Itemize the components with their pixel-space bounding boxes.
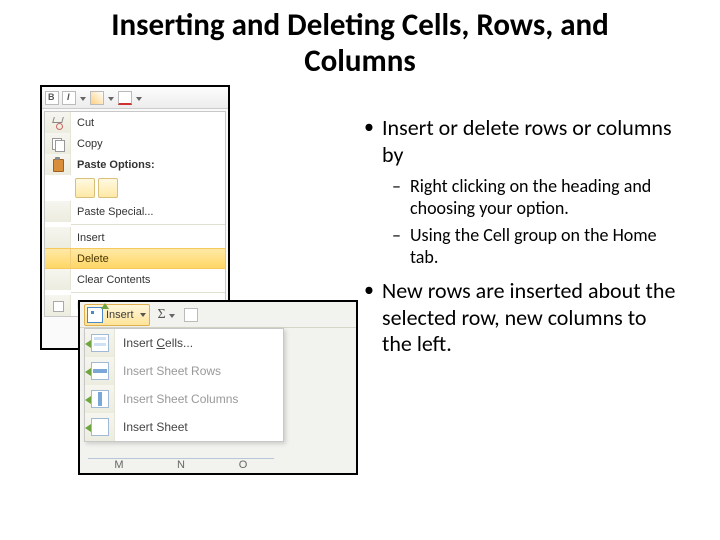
menu-item-label: Copy [71,138,225,150]
insert-menu-item[interactable]: Insert Sheet [85,413,283,441]
menu-gutter [45,269,71,290]
chevron-down-icon [139,311,147,319]
column-letters: M N O [88,458,274,471]
col-letter: M [88,458,150,471]
insert-cols-icon [91,390,109,408]
menu-gutter [45,154,71,175]
menu-separator [71,292,225,293]
copy-icon [51,137,65,151]
menu-gutter [45,201,71,222]
text-column: Insert or delete rows or columns byRight… [358,85,680,505]
format-icon [51,299,65,313]
content-row: Cut Copy Paste Options: Paste Special... Ins… [40,85,680,505]
menu-gutter [45,112,71,133]
col-letter: N [150,458,212,471]
insert-rows-icon [91,362,109,380]
autosum-icon: Σ [158,307,166,323]
bullet-item: Insert or delete rows or columns byRight… [358,115,680,268]
menu-gutter [45,295,71,316]
sub-bullet-item: Right clicking on the heading and choosi… [382,176,680,219]
menu-item-label: Insert Cells... [115,336,193,350]
insert-dropdown-screenshot: Insert Σ Insert Cells... Insert Sheet Row… [78,300,358,475]
slide: Inserting and Deleting Cells, Rows, and … [0,0,720,540]
col-letter: O [212,458,274,471]
insert-menu-item[interactable]: Insert Cells... [85,329,283,357]
bullet-item: New rows are inserted about the selected… [358,278,680,357]
menu-item-label: Insert [71,232,225,244]
insert-split-button[interactable]: Insert [84,304,150,326]
menu-gutter [85,329,115,357]
insert-sheet-icon [91,418,109,436]
menu-gutter [45,249,71,268]
ribbon-small-icon [184,308,198,322]
slide-title: Inserting and Deleting Cells, Rows, and … [80,8,640,79]
menu-separator [71,224,225,225]
context-menu: Cut Copy Paste Options: Paste Special... Ins… [44,111,226,317]
fill-color-icon [90,91,104,105]
context-menu-item[interactable]: Copy [45,133,225,154]
context-menu-item[interactable]: Insert [45,227,225,248]
paste-options-row [45,175,225,201]
dropdown-icon [107,91,115,105]
menu-gutter [45,133,71,154]
menu-gutter [45,227,71,248]
bullet-list: Insert or delete rows or columns byRight… [358,115,680,357]
screenshots-column: Cut Copy Paste Options: Paste Special... Ins… [40,85,340,505]
paste-icon [51,158,65,172]
menu-gutter [85,413,115,441]
menu-gutter [85,385,115,413]
menu-item-label: Delete [71,253,225,265]
italic-icon [62,91,76,105]
cut-icon [51,116,65,130]
bold-icon [45,91,59,105]
menu-gutter [85,357,115,385]
insert-dropdown-menu: Insert Cells... Insert Sheet Rows Insert S… [84,328,284,442]
sub-bullet-item: Using the Cell group on the Home tab. [382,225,680,268]
context-menu-item[interactable]: Paste Options: [45,154,225,175]
paste-option-button[interactable] [75,178,95,198]
context-menu-item[interactable]: Clear Contents [45,269,225,290]
insert-icon [87,307,103,323]
insert-cells-icon [91,334,109,352]
small-icon-group [184,308,198,322]
context-menu-item[interactable]: Cut [45,112,225,133]
menu-item-label: Paste Special... [71,206,225,218]
sub-bullet-list: Right clicking on the heading and choosi… [382,176,680,268]
paste-option-button[interactable] [98,178,118,198]
context-menu-item[interactable]: Delete [45,248,225,269]
menu-item-label: Clear Contents [71,274,225,286]
menu-item-label: Cut [71,117,225,129]
insert-menu-item: Insert Sheet Rows [85,357,283,385]
dropdown-icon [168,308,176,322]
ribbon-strip: Insert Σ [80,302,356,328]
mini-toolbar [42,87,228,109]
insert-button-label: Insert [106,309,134,321]
menu-item-label: Insert Sheet Rows [115,364,221,378]
menu-item-label: Insert Sheet Columns [115,392,238,406]
font-color-icon [118,91,132,105]
insert-menu-item: Insert Sheet Columns [85,385,283,413]
menu-item-label: Paste Options: [71,159,225,171]
dropdown-icon [135,91,143,105]
menu-item-label: Insert Sheet [115,420,188,434]
dropdown-icon [79,91,87,105]
context-menu-item[interactable]: Paste Special... [45,201,225,222]
